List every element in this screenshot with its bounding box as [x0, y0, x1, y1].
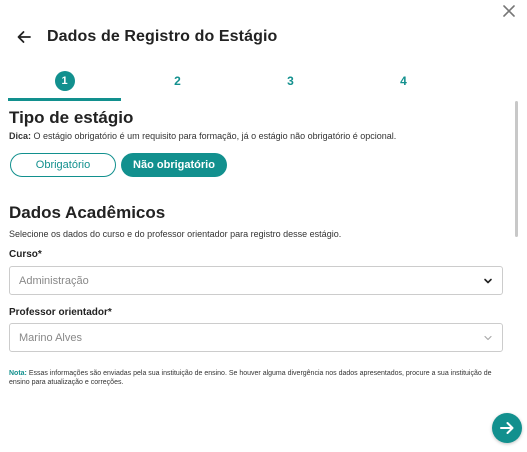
hint-body: O estágio obrigatório é um requisito par…	[31, 131, 397, 141]
curso-select[interactable]: Administração	[9, 266, 503, 295]
registration-dialog: Dados de Registro do Estágio 1 2 3 4 Tip…	[0, 0, 527, 452]
chevron-down-icon	[484, 278, 492, 284]
scrollbar-thumb[interactable]	[515, 101, 518, 237]
internship-type-toggle: Obrigatório Não obrigatório	[10, 153, 227, 177]
info-note: Nota: Essas informações são enviadas pel…	[9, 370, 509, 387]
dialog-header: Dados de Registro do Estágio	[16, 26, 277, 48]
close-button[interactable]	[500, 2, 518, 20]
step-number: 2	[174, 74, 181, 88]
hint-text: Dica: O estágio obrigatório é um requisi…	[9, 131, 396, 141]
arrow-left-icon	[17, 31, 31, 43]
option-nao-obrigatorio-button[interactable]: Não obrigatório	[121, 153, 227, 177]
active-step-indicator	[8, 98, 121, 101]
academicos-description: Selecione os dados do curso e do profess…	[9, 229, 342, 239]
step-3[interactable]: 3	[234, 64, 347, 98]
step-number: 3	[287, 74, 294, 88]
back-button[interactable]	[16, 29, 32, 45]
curso-value: Administração	[19, 274, 89, 287]
next-button[interactable]	[492, 413, 522, 443]
curso-label: Curso*	[9, 249, 42, 260]
note-label: Nota:	[9, 370, 27, 377]
close-icon	[503, 5, 515, 17]
chevron-down-icon	[484, 335, 492, 341]
step-1[interactable]: 1	[8, 64, 121, 98]
hint-label: Dica:	[9, 131, 32, 141]
section-title-academicos: Dados Acadêmicos	[9, 203, 166, 222]
page-title: Dados de Registro do Estágio	[47, 28, 278, 45]
stepper: 1 2 3 4	[8, 64, 460, 102]
arrow-right-icon	[500, 422, 514, 434]
step-2[interactable]: 2	[121, 64, 234, 98]
option-obrigatorio-button[interactable]: Obrigatório	[10, 153, 116, 177]
note-body: Essas informações são enviadas pela sua …	[9, 370, 492, 386]
professor-select[interactable]: Marino Alves	[9, 323, 503, 352]
step-4[interactable]: 4	[347, 64, 460, 98]
section-title-tipo: Tipo de estágio	[9, 108, 134, 127]
professor-value: Marino Alves	[19, 331, 82, 344]
step-number: 1	[54, 71, 75, 91]
professor-label: Professor orientador*	[9, 307, 112, 318]
step-number: 4	[400, 74, 407, 88]
